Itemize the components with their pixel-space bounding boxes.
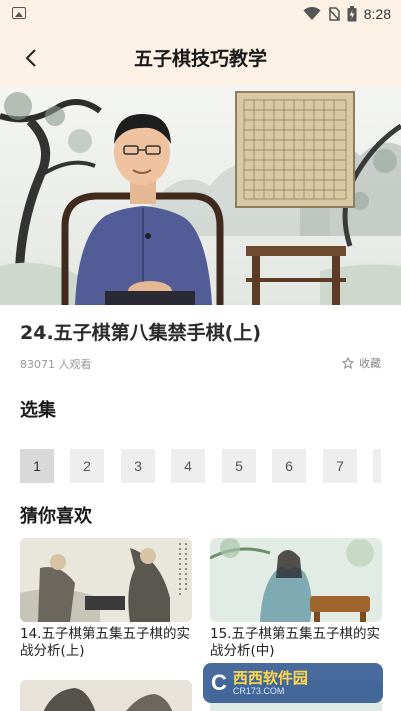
recommend-caption: 14.五子棋第五集五子棋的实战分析(上)	[20, 626, 190, 659]
recommend-thumbnail	[20, 538, 192, 622]
episode-item-2[interactable]: 2	[70, 449, 104, 483]
page-title: 五子棋技巧教学	[133, 48, 267, 70]
episode-item-5[interactable]: 5	[222, 449, 256, 483]
recommend-card-1[interactable]: 14.五子棋第五集五子棋的实战分析(上)	[20, 538, 192, 660]
video-player[interactable]	[0, 86, 401, 305]
favorite-label: 收藏	[359, 357, 381, 370]
episode-item-7[interactable]: 7	[323, 449, 357, 483]
star-outline-icon	[342, 357, 354, 369]
watermark-logo: C	[211, 670, 227, 695]
recommend-card-2[interactable]: 15.五子棋第五集五子棋的实战分析(中)	[210, 538, 382, 660]
status-time: 8:28	[363, 6, 391, 22]
episode-list[interactable]: 1 2 3 4 5 6 7	[20, 449, 381, 483]
watermark-name: 西西软件园	[232, 669, 308, 687]
site-watermark: C 西西软件园 CR173.COM	[203, 663, 383, 703]
episode-title: 24.五子棋第八集禁手棋(上)	[20, 322, 262, 344]
episode-item-4[interactable]: 4	[171, 449, 205, 483]
recommend-caption: 15.五子棋第五集五子棋的实战分析(中)	[210, 626, 380, 659]
episode-item-8-partial[interactable]	[373, 449, 381, 483]
recommend-section-title: 猜你喜欢	[20, 506, 92, 527]
gallery-notification-icon	[12, 7, 26, 19]
favorite-button[interactable]: 收藏	[342, 355, 381, 371]
watermark-url: CR173.COM	[232, 686, 285, 696]
battery-charging-icon	[347, 6, 357, 22]
app-header: 五子棋技巧教学	[0, 28, 401, 86]
status-icons: 8:28	[303, 5, 391, 23]
view-count: 83071 人观看	[20, 358, 92, 371]
recommend-thumbnail	[210, 538, 382, 622]
episode-item-3[interactable]: 3	[121, 449, 155, 483]
wifi-icon	[303, 7, 321, 20]
no-sim-icon	[328, 7, 340, 21]
status-bar: 8:28	[0, 0, 401, 28]
video-frame-illustration	[0, 86, 401, 305]
episode-item-6[interactable]: 6	[272, 449, 306, 483]
recommend-card-3-partial[interactable]	[20, 680, 192, 711]
episode-item-1[interactable]: 1	[20, 449, 54, 483]
episodes-section-title: 选集	[20, 400, 56, 421]
